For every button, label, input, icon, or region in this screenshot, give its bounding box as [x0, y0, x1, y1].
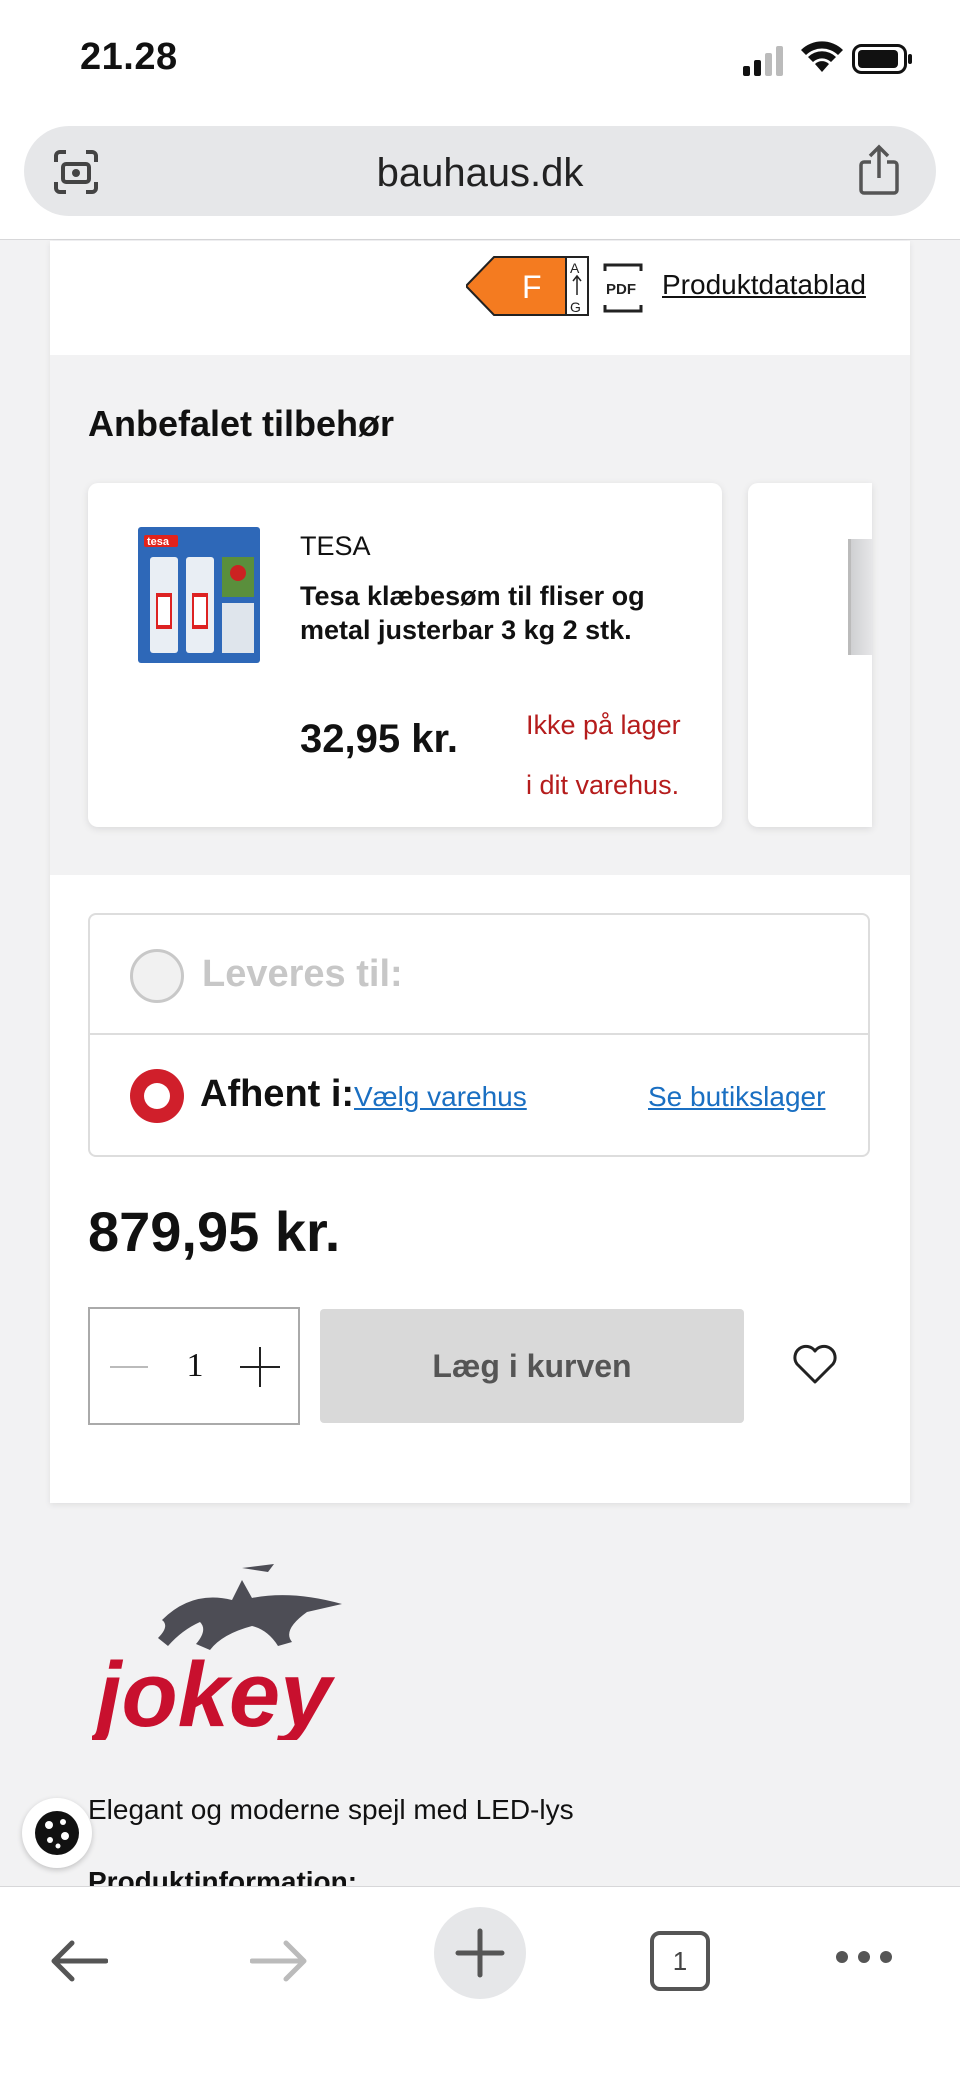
deliver-radio[interactable]	[130, 949, 184, 1003]
cellular-signal-icon	[743, 46, 783, 76]
deliver-label: Leveres til:	[202, 953, 403, 995]
accessories-title: Anbefalet tilbehør	[88, 403, 395, 444]
store-stock-link[interactable]: Se butikslager	[648, 1081, 825, 1113]
accessory-brand: TESA	[300, 531, 371, 561]
url-text: bauhaus.dk	[376, 151, 584, 195]
quantity-plus-button[interactable]	[240, 1347, 280, 1387]
quantity-minus-button[interactable]	[110, 1366, 148, 1368]
share-icon[interactable]	[856, 144, 902, 196]
energy-scale-bottom: G	[570, 299, 581, 315]
status-bar: 21.28	[0, 0, 960, 120]
quantity-stepper: 1	[88, 1307, 300, 1425]
pickup-radio[interactable]	[130, 1069, 184, 1123]
plus-icon	[455, 1928, 505, 1978]
status-time: 21.28	[80, 36, 178, 78]
accessory-stock-status: Ikke på lager i dit varehus.	[526, 695, 706, 815]
heart-icon[interactable]	[792, 1343, 838, 1385]
back-arrow-icon[interactable]	[50, 1939, 108, 1983]
product-datasheet-link[interactable]: Produktdatablad	[662, 269, 866, 301]
accessory-card[interactable]: tesa TESA Tesa klæbesøm til fliser og me…	[88, 483, 722, 827]
cookie-icon	[35, 1811, 79, 1855]
accessory-card-next[interactable]	[748, 483, 872, 827]
delivery-options: Leveres til: Afhent i: Vælg varehus Se b…	[88, 913, 870, 1157]
cookie-settings-button[interactable]	[22, 1798, 92, 1868]
choose-store-link[interactable]: Vælg varehus	[354, 1081, 527, 1113]
tabs-button[interactable]: 1	[650, 1931, 710, 1991]
logo-text: jokey	[92, 1644, 335, 1740]
jokey-logo: jokey	[92, 1564, 342, 1740]
battery-icon	[852, 44, 912, 74]
browser-address-area: bauhaus.dk	[0, 110, 960, 240]
energy-label-icon[interactable]: F A G	[466, 255, 626, 317]
stock-line-2: i dit varehus.	[526, 770, 680, 800]
pickup-label: Afhent i:	[200, 1073, 355, 1115]
delivery-option-row[interactable]: Leveres til:	[90, 915, 868, 1035]
add-to-cart-button[interactable]: Læg i kurven	[320, 1309, 744, 1423]
pdf-label: PDF	[606, 281, 636, 298]
product-price: 879,95 kr.	[88, 1200, 341, 1263]
product-purchase-panel: F A G PDF Produktdatablad Anbefalet tilb…	[50, 241, 910, 1503]
accessory-next-image	[848, 539, 872, 655]
browser-toolbar: 1	[0, 1886, 960, 2078]
accessory-price: 32,95 kr.	[300, 717, 458, 761]
new-tab-button[interactable]	[434, 1907, 526, 1999]
recommended-accessories: Anbefalet tilbehør tesa TESA Tesa klæbes…	[50, 355, 910, 875]
quantity-value[interactable]: 1	[170, 1347, 220, 1385]
svg-text:tesa: tesa	[147, 536, 170, 548]
energy-scale-top: A	[570, 260, 580, 276]
product-description: Elegant og moderne spejl med LED-lys	[88, 1794, 574, 1825]
energy-class-letter: F	[522, 269, 542, 305]
wifi-icon	[801, 41, 843, 72]
accessory-product-image: tesa	[138, 527, 260, 663]
pdf-icon[interactable]: PDF	[603, 263, 643, 313]
more-icon[interactable]	[834, 1949, 894, 1965]
accessory-name[interactable]: Tesa klæbesøm til fliser og metal juster…	[300, 579, 680, 647]
stock-line-1: Ikke på lager	[526, 710, 681, 740]
forward-arrow-icon[interactable]	[250, 1939, 308, 1983]
address-bar[interactable]: bauhaus.dk	[24, 126, 936, 216]
